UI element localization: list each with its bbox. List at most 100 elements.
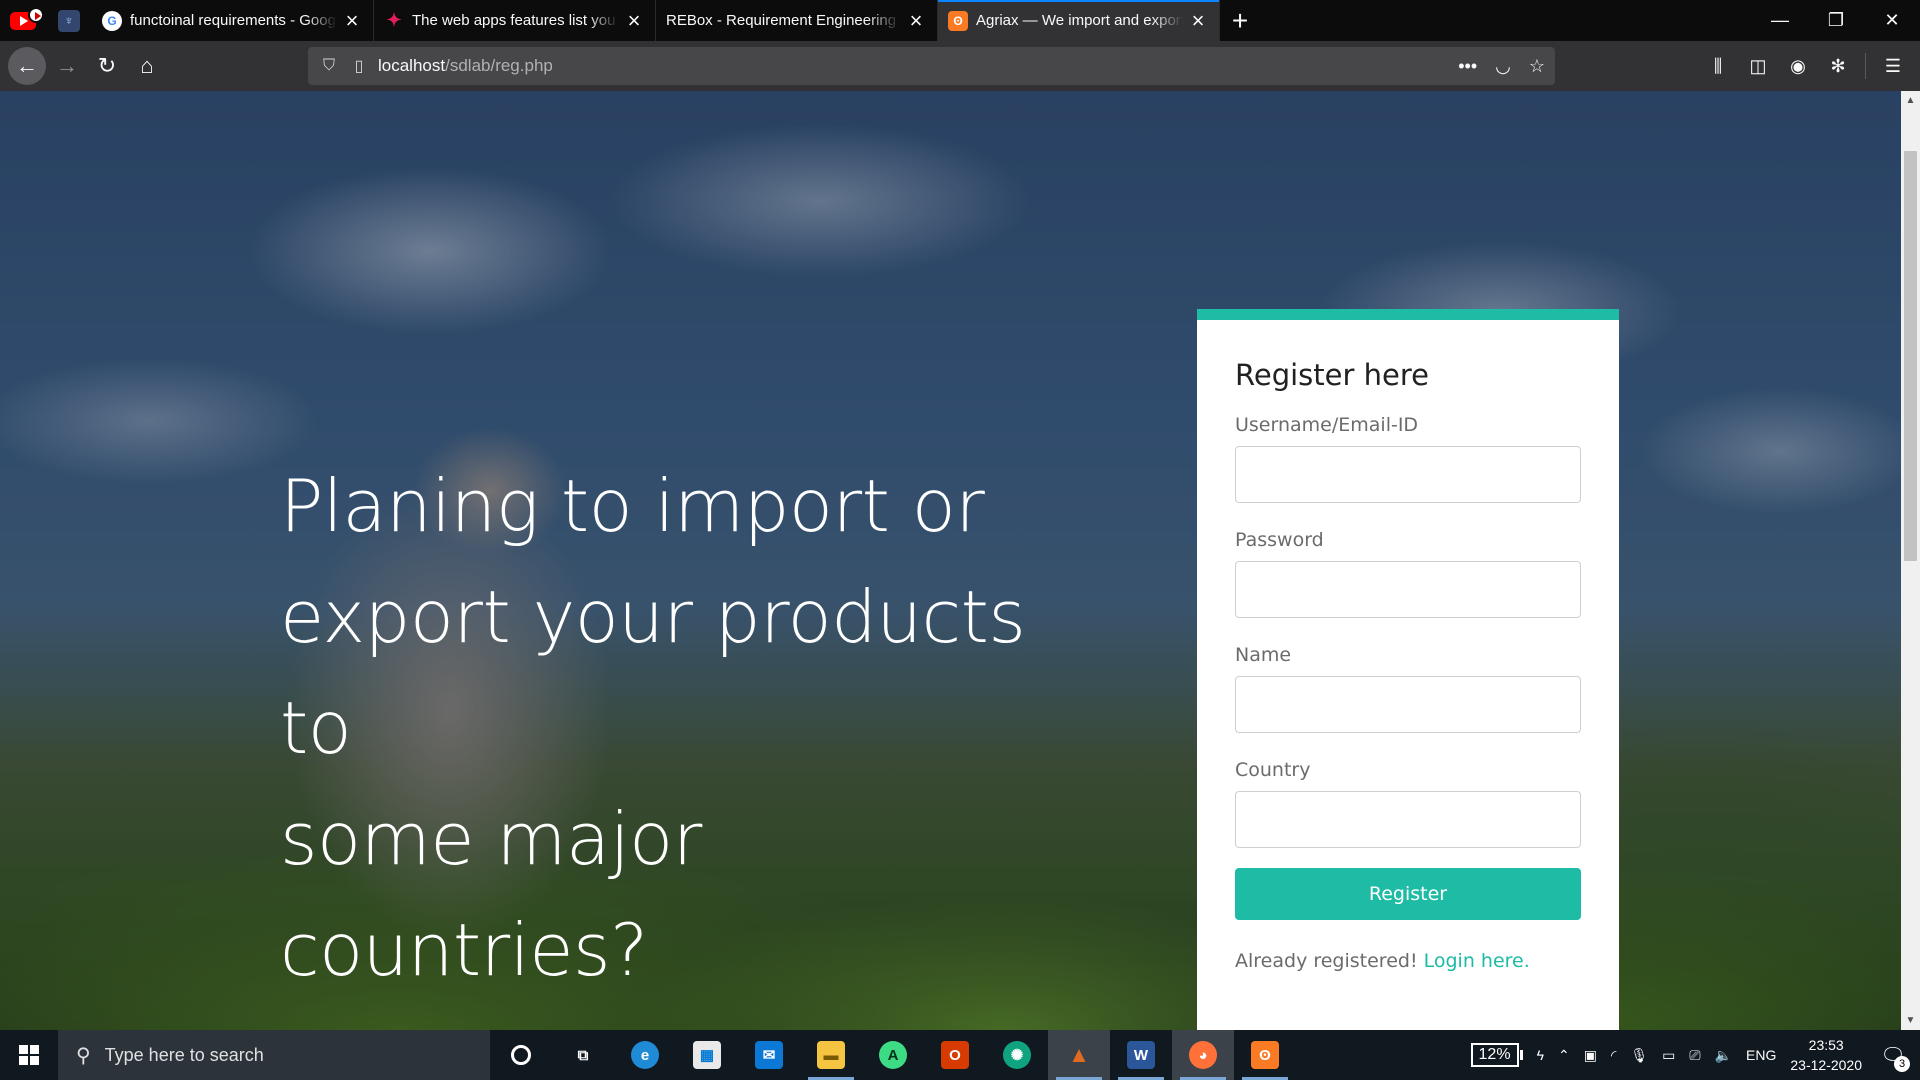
hero-line: some major countries? xyxy=(280,797,702,992)
country-input[interactable] xyxy=(1235,791,1581,848)
search-placeholder: Type here to search xyxy=(104,1044,264,1065)
minimize-button[interactable]: — xyxy=(1752,0,1808,41)
tab-agriax[interactable]: ʘ Agriax — We import and export × xyxy=(938,0,1220,41)
tab-google-search[interactable]: G functoinal requirements - Google Searc… xyxy=(92,0,374,41)
navigation-toolbar: ← → ↻ ⌂ ⛉ ▯ localhost/sdlab/reg.php ••• … xyxy=(0,41,1920,91)
register-card: Register here Username/Email-ID Password… xyxy=(1197,309,1619,1030)
pinned-tab-youtube[interactable] xyxy=(0,0,46,41)
url-bar[interactable]: ⛉ ▯ localhost/sdlab/reg.php ••• ◡ ☆ xyxy=(308,47,1555,85)
new-tab-button[interactable]: + xyxy=(1220,0,1260,41)
forward-button[interactable]: → xyxy=(48,47,86,85)
username-input[interactable] xyxy=(1235,446,1581,503)
xampp-icon: ʘ xyxy=(1251,1041,1279,1069)
restore-button[interactable]: ❐ xyxy=(1808,0,1864,41)
battery-icon[interactable]: ▭ xyxy=(1662,1047,1675,1064)
password-input[interactable] xyxy=(1235,561,1581,618)
firefox-icon: ◕ xyxy=(1189,1041,1217,1069)
cortana-icon xyxy=(511,1045,531,1065)
matlab-app[interactable]: ▲ xyxy=(1048,1030,1110,1080)
close-window-button[interactable]: ✕ xyxy=(1864,0,1920,41)
toolbar-divider xyxy=(1865,53,1866,79)
store-app[interactable]: ▦ xyxy=(676,1030,738,1080)
tab-title: REBox - Requirement Engineering Box xyxy=(666,12,901,29)
login-link[interactable]: Login here. xyxy=(1424,950,1530,972)
register-title: Register here xyxy=(1235,358,1429,392)
task-view-button[interactable]: ⧉ xyxy=(552,1030,614,1080)
battery-indicator[interactable]: 12% xyxy=(1470,1043,1523,1067)
tray-expand-icon[interactable]: ⌃ xyxy=(1558,1047,1570,1064)
xampp-app[interactable]: ʘ xyxy=(1234,1030,1296,1080)
country-label: Country xyxy=(1235,759,1311,781)
wifi-icon[interactable]: ◜ xyxy=(1611,1047,1616,1064)
office-icon: O xyxy=(941,1041,969,1069)
folder-icon: ▬ xyxy=(817,1041,845,1069)
clock-time: 23:53 xyxy=(1808,1037,1844,1053)
pocket-icon[interactable]: ◡ xyxy=(1495,56,1511,77)
pinned-tab-tree[interactable]: ♆ xyxy=(46,0,92,41)
tab-title: functoinal requirements - Google Search xyxy=(130,12,337,29)
extension-icon[interactable]: ✻ xyxy=(1825,56,1851,77)
tab-web-apps-features[interactable]: ✦ The web apps features list you need × xyxy=(374,0,656,41)
login-prompt-text: Already registered! xyxy=(1235,950,1424,972)
name-input[interactable] xyxy=(1235,676,1581,733)
home-button[interactable]: ⌂ xyxy=(128,47,166,85)
tree-icon: ♆ xyxy=(58,9,80,32)
word-app[interactable]: W xyxy=(1110,1030,1172,1080)
battery-percent: 12% xyxy=(1470,1043,1519,1067)
hero-line: Planing to import or xyxy=(280,464,985,548)
chatgpt-app[interactable]: ✺ xyxy=(986,1030,1048,1080)
bookmark-star-icon[interactable]: ☆ xyxy=(1529,56,1545,77)
volume-icon[interactable]: 🔈 xyxy=(1715,1047,1732,1064)
menu-icon[interactable]: ☰ xyxy=(1880,56,1906,77)
firefox-app[interactable]: ◕ xyxy=(1172,1030,1234,1080)
close-tab-icon[interactable]: × xyxy=(341,8,363,33)
charging-icon: ϟ xyxy=(1536,1047,1544,1063)
start-button[interactable] xyxy=(0,1030,58,1080)
cortana-button[interactable] xyxy=(490,1030,552,1080)
language-indicator[interactable]: ENG xyxy=(1746,1047,1776,1063)
taskbar-search[interactable]: ⚲ Type here to search xyxy=(58,1030,490,1080)
scrollbar-thumb[interactable] xyxy=(1904,151,1917,561)
page-actions-icon[interactable]: ••• xyxy=(1458,56,1477,77)
meet-now-icon[interactable]: ▣ xyxy=(1584,1047,1597,1064)
file-explorer-app[interactable]: ▬ xyxy=(800,1030,862,1080)
page-scrollbar[interactable]: ▲ ▼ xyxy=(1901,91,1920,1030)
windows-logo-icon xyxy=(19,1045,39,1065)
clock[interactable]: 23:53 23-12-2020 xyxy=(1790,1035,1862,1075)
action-center-button[interactable]: 🗨 3 xyxy=(1876,1038,1910,1072)
scroll-down-icon[interactable]: ▼ xyxy=(1901,1011,1920,1030)
matlab-icon: ▲ xyxy=(1068,1042,1090,1067)
search-icon: ⚲ xyxy=(76,1044,91,1067)
mail-icon: ✉ xyxy=(755,1041,783,1069)
slack-icon: ✦ xyxy=(386,10,402,30)
store-icon: ▦ xyxy=(693,1041,721,1069)
page-viewport: Planing to import or export your product… xyxy=(0,91,1901,1030)
sidebar-icon[interactable]: ◫ xyxy=(1745,56,1771,77)
tab-rebox[interactable]: REBox - Requirement Engineering Box × xyxy=(656,0,938,41)
page-icon[interactable]: ▯ xyxy=(348,56,370,76)
close-tab-icon[interactable]: × xyxy=(623,8,645,33)
edge-app[interactable]: e xyxy=(614,1030,676,1080)
android-studio-icon: A xyxy=(879,1041,907,1069)
library-icon[interactable]: ⫼ xyxy=(1705,56,1731,77)
hero-line: export your products to xyxy=(280,575,1026,770)
reload-button[interactable]: ↻ xyxy=(88,47,126,85)
shield-icon[interactable]: ⛉ xyxy=(318,57,340,75)
mail-app[interactable]: ✉ xyxy=(738,1030,800,1080)
display-icon[interactable]: ⎚ xyxy=(1689,1047,1700,1064)
register-button[interactable]: Register xyxy=(1235,868,1581,920)
scroll-up-icon[interactable]: ▲ xyxy=(1901,91,1920,110)
windows-taskbar: ⚲ Type here to search ⧉ e ▦ ✉ ▬ A O ✺ ▲ … xyxy=(0,1030,1920,1080)
password-label: Password xyxy=(1235,529,1324,551)
android-studio-app[interactable]: A xyxy=(862,1030,924,1080)
google-icon: G xyxy=(102,10,122,31)
account-icon[interactable]: ◉ xyxy=(1785,56,1811,77)
back-button[interactable]: ← xyxy=(8,47,46,85)
openai-icon: ✺ xyxy=(1003,1041,1031,1069)
microphone-icon[interactable]: 🎙 xyxy=(1630,1047,1648,1064)
close-tab-icon[interactable]: × xyxy=(905,8,927,33)
task-view-icon: ⧉ xyxy=(577,1046,589,1064)
office-app[interactable]: O xyxy=(924,1030,986,1080)
edge-icon: e xyxy=(631,1041,659,1069)
close-tab-icon[interactable]: × xyxy=(1187,8,1209,33)
